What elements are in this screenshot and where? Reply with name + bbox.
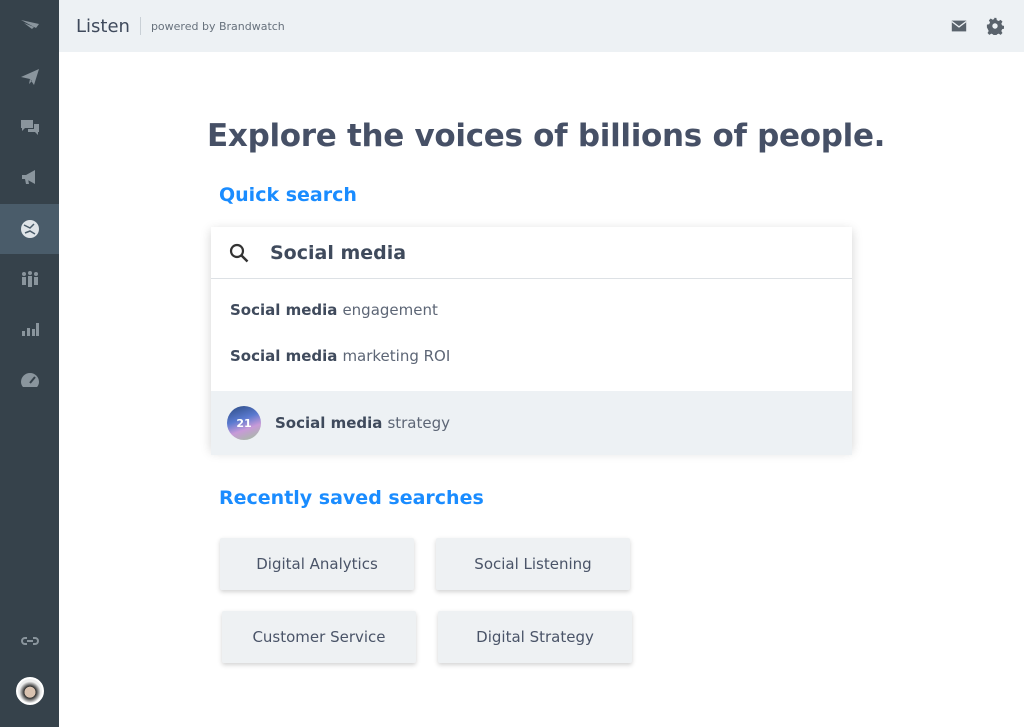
- app-title: Listen: [76, 15, 130, 37]
- bar-chart-icon[interactable]: [0, 304, 59, 354]
- quick-search-label: Quick search: [219, 184, 357, 206]
- suggestion-match: Social media: [275, 414, 383, 432]
- user-avatar[interactable]: [0, 666, 59, 716]
- link-icon[interactable]: [0, 616, 59, 666]
- saved-search-chip[interactable]: Digital Strategy: [438, 611, 632, 663]
- divider: [139, 17, 141, 35]
- globe-icon[interactable]: [0, 204, 59, 254]
- suggestion-rest: strategy: [387, 414, 451, 432]
- saved-search-chip[interactable]: Digital Analytics: [220, 538, 414, 590]
- suggestion-rest: marketing ROI: [342, 347, 451, 365]
- saved-search-chip[interactable]: Social Listening: [436, 538, 630, 590]
- suggestion-item[interactable]: Social media marketing ROI: [211, 333, 852, 379]
- suggestion-item-highlighted[interactable]: 21 Social media strategy: [211, 391, 852, 455]
- brand-logo-icon[interactable]: [0, 0, 59, 50]
- suggestion-thumbnail: 21: [227, 406, 261, 440]
- suggestion-item[interactable]: Social media engagement: [211, 287, 852, 333]
- search-dropdown: Social media Social media engagement Soci…: [211, 227, 852, 455]
- search-icon: [229, 243, 249, 262]
- search-input[interactable]: Social media: [211, 227, 852, 279]
- megaphone-icon[interactable]: [0, 152, 59, 202]
- powered-by-label: powered by Brandwatch: [150, 19, 285, 33]
- gear-icon[interactable]: [986, 17, 1004, 35]
- suggestion-match: Social media: [230, 347, 338, 365]
- paper-plane-icon[interactable]: [0, 52, 59, 102]
- search-value: Social media: [270, 241, 407, 264]
- saved-search-chip[interactable]: Customer Service: [222, 611, 416, 663]
- speedometer-icon[interactable]: [0, 356, 59, 406]
- suggestion-rest: engagement: [342, 301, 438, 319]
- suggestion-match: Social media: [230, 301, 338, 319]
- sidebar: [0, 0, 59, 727]
- top-bar: Listen powered by Brandwatch: [59, 0, 1024, 52]
- chat-bubbles-icon[interactable]: [0, 102, 59, 152]
- page-heading: Explore the voices of billions of people…: [207, 118, 886, 154]
- mail-icon[interactable]: [950, 17, 968, 35]
- recent-searches-label: Recently saved searches: [219, 487, 484, 509]
- people-icon[interactable]: [0, 254, 59, 304]
